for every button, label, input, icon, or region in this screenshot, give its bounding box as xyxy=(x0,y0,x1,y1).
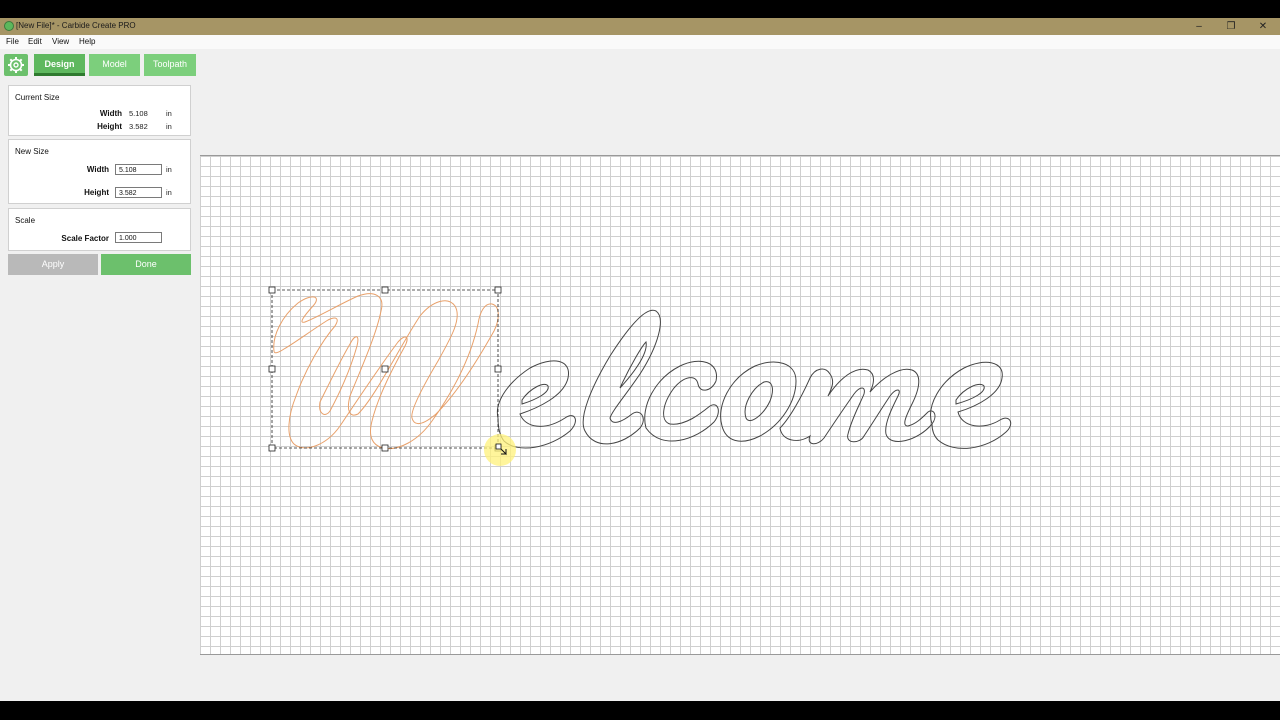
carbide-logo-icon xyxy=(4,21,14,31)
screen-top-border xyxy=(0,0,1280,18)
apply-button[interactable]: Apply xyxy=(8,254,98,275)
resize-handle-top-left[interactable] xyxy=(268,286,276,294)
screen-bottom-border xyxy=(0,701,1280,720)
scale-title: Scale xyxy=(15,216,36,225)
done-button[interactable]: Done xyxy=(101,254,191,275)
menu-help[interactable]: Help xyxy=(79,37,95,46)
settings-button[interactable] xyxy=(4,54,28,76)
new-height-input[interactable]: 3.582 xyxy=(115,187,162,198)
current-size-title: Current Size xyxy=(15,93,60,102)
menu-file[interactable]: File xyxy=(6,37,19,46)
close-button[interactable]: ✕ xyxy=(1248,18,1278,35)
design-canvas[interactable] xyxy=(200,155,1280,655)
new-size-title: New Size xyxy=(15,147,49,156)
resize-handle-bottom[interactable] xyxy=(381,444,389,452)
resize-handle-left[interactable] xyxy=(268,365,276,373)
resize-handle-center[interactable] xyxy=(381,365,389,373)
cursor-highlight xyxy=(484,434,516,466)
minimize-button[interactable]: – xyxy=(1184,18,1214,35)
resize-handle-top[interactable] xyxy=(381,286,389,294)
gear-icon xyxy=(8,57,24,73)
scale-factor-label: Scale Factor xyxy=(61,234,109,243)
new-width-input[interactable]: 5.108 xyxy=(115,164,162,175)
tab-toolpath[interactable]: Toolpath xyxy=(144,54,196,76)
welcome-remaining-letters[interactable] xyxy=(496,309,1012,449)
menu-view[interactable]: View xyxy=(52,37,69,46)
resize-handle-right[interactable] xyxy=(494,365,502,373)
menu-bar: File Edit View Help xyxy=(0,35,1280,49)
new-width-label: Width xyxy=(86,165,109,174)
app-body: Design Model Toolpath Current Size Width… xyxy=(0,49,1280,701)
title-bar: [New File]* - Carbide Create PRO – ❐ ✕ xyxy=(0,18,1280,35)
current-width-unit: in xyxy=(166,109,172,118)
scale-factor-input[interactable]: 1.000 xyxy=(115,232,162,243)
window-title: [New File]* - Carbide Create PRO xyxy=(16,21,136,30)
new-height-unit: in xyxy=(166,188,172,197)
current-height-value: 3.582 xyxy=(129,122,148,131)
menu-edit[interactable]: Edit xyxy=(28,37,42,46)
scale-panel: Scale Scale Factor 1.000 xyxy=(8,208,191,251)
resize-handle-top-right[interactable] xyxy=(494,286,502,294)
current-height-unit: in xyxy=(166,122,172,131)
tab-model[interactable]: Model xyxy=(89,54,140,76)
resize-handle-bottom-left[interactable] xyxy=(268,444,276,452)
current-size-panel: Current Size Width 5.108 in Height 3.582… xyxy=(8,85,191,136)
new-width-unit: in xyxy=(166,165,172,174)
new-height-label: Height xyxy=(84,188,109,197)
selection-box[interactable] xyxy=(268,286,502,452)
tab-design[interactable]: Design xyxy=(34,54,85,76)
current-height-label: Height xyxy=(97,122,122,131)
current-width-value: 5.108 xyxy=(129,109,148,118)
canvas-drawing xyxy=(268,286,1012,466)
new-size-panel: New Size Width 5.108 in Height 3.582 in xyxy=(8,139,191,204)
maximize-button[interactable]: ❐ xyxy=(1216,18,1246,35)
current-width-label: Width xyxy=(99,109,122,118)
